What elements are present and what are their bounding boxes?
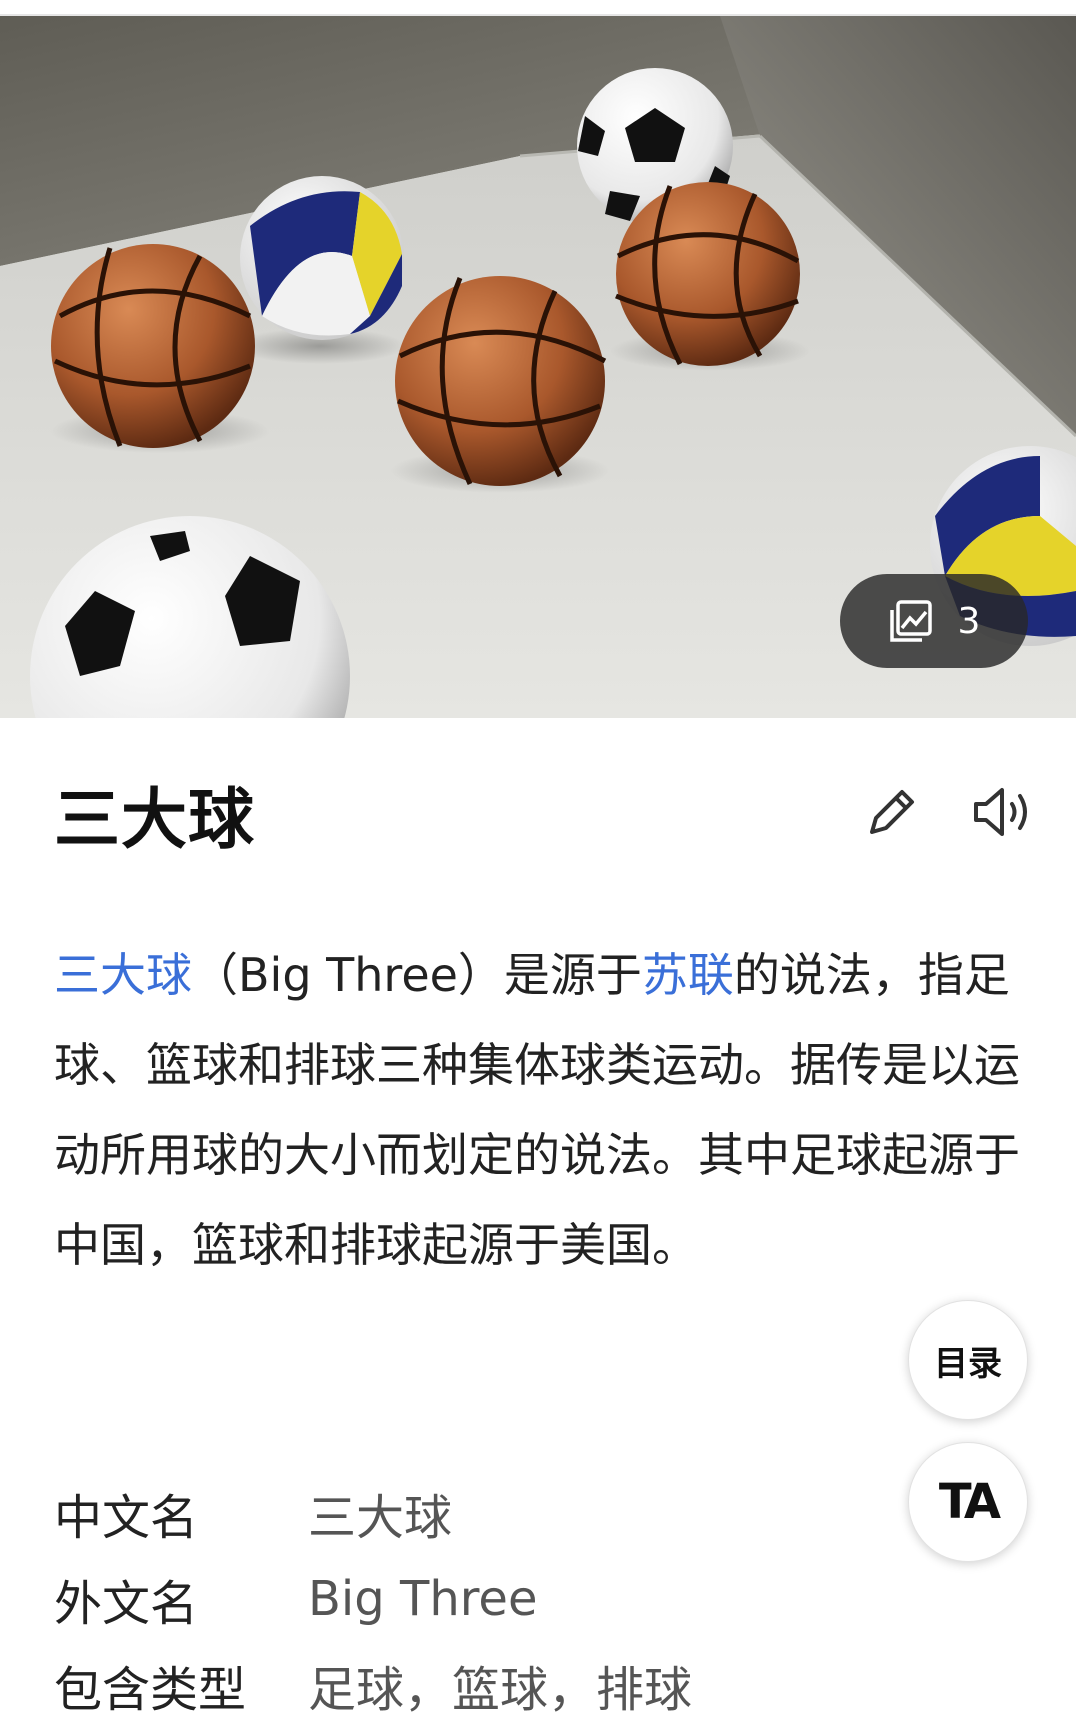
info-value: 足球，篮球，排球 (308, 1662, 693, 1718)
summary-text-1: （Big Three）是源于 (192, 948, 642, 1002)
pencil-icon (862, 790, 922, 846)
gallery-icon (888, 598, 934, 644)
summary-paragraph: 三大球（Big Three）是源于苏联的说法，指足球、篮球和排球三种集体球类运动… (54, 930, 1034, 1290)
info-key: 包含类型 (54, 1662, 247, 1718)
info-row-chinese-name: 中文名 三大球 (54, 1470, 894, 1556)
photo-count-badge[interactable]: 3 (840, 574, 1028, 668)
ta-button[interactable]: TA (908, 1442, 1028, 1562)
info-key: 中文名 (54, 1490, 199, 1546)
info-row-foreign-name: 外文名 Big Three (54, 1556, 894, 1642)
info-box: 中文名 三大球 外文名 Big Three 包含类型 足球，篮球，排球 (54, 1470, 894, 1728)
read-aloud-button[interactable] (970, 782, 1034, 842)
page-title: 三大球 (54, 781, 255, 858)
info-value: 三大球 (308, 1490, 453, 1546)
link-su-lian[interactable]: 苏联 (642, 948, 734, 1002)
edit-button[interactable] (862, 782, 922, 842)
toc-button[interactable]: 目录 (908, 1300, 1028, 1420)
top-divider (0, 0, 1076, 16)
link-san-da-qiu[interactable]: 三大球 (54, 948, 192, 1002)
speaker-icon (970, 788, 1034, 846)
info-key: 外文名 (54, 1576, 199, 1632)
info-row-types: 包含类型 足球，篮球，排球 (54, 1642, 894, 1728)
photo-count-value: 3 (957, 600, 981, 642)
info-value: Big Three (308, 1571, 538, 1627)
